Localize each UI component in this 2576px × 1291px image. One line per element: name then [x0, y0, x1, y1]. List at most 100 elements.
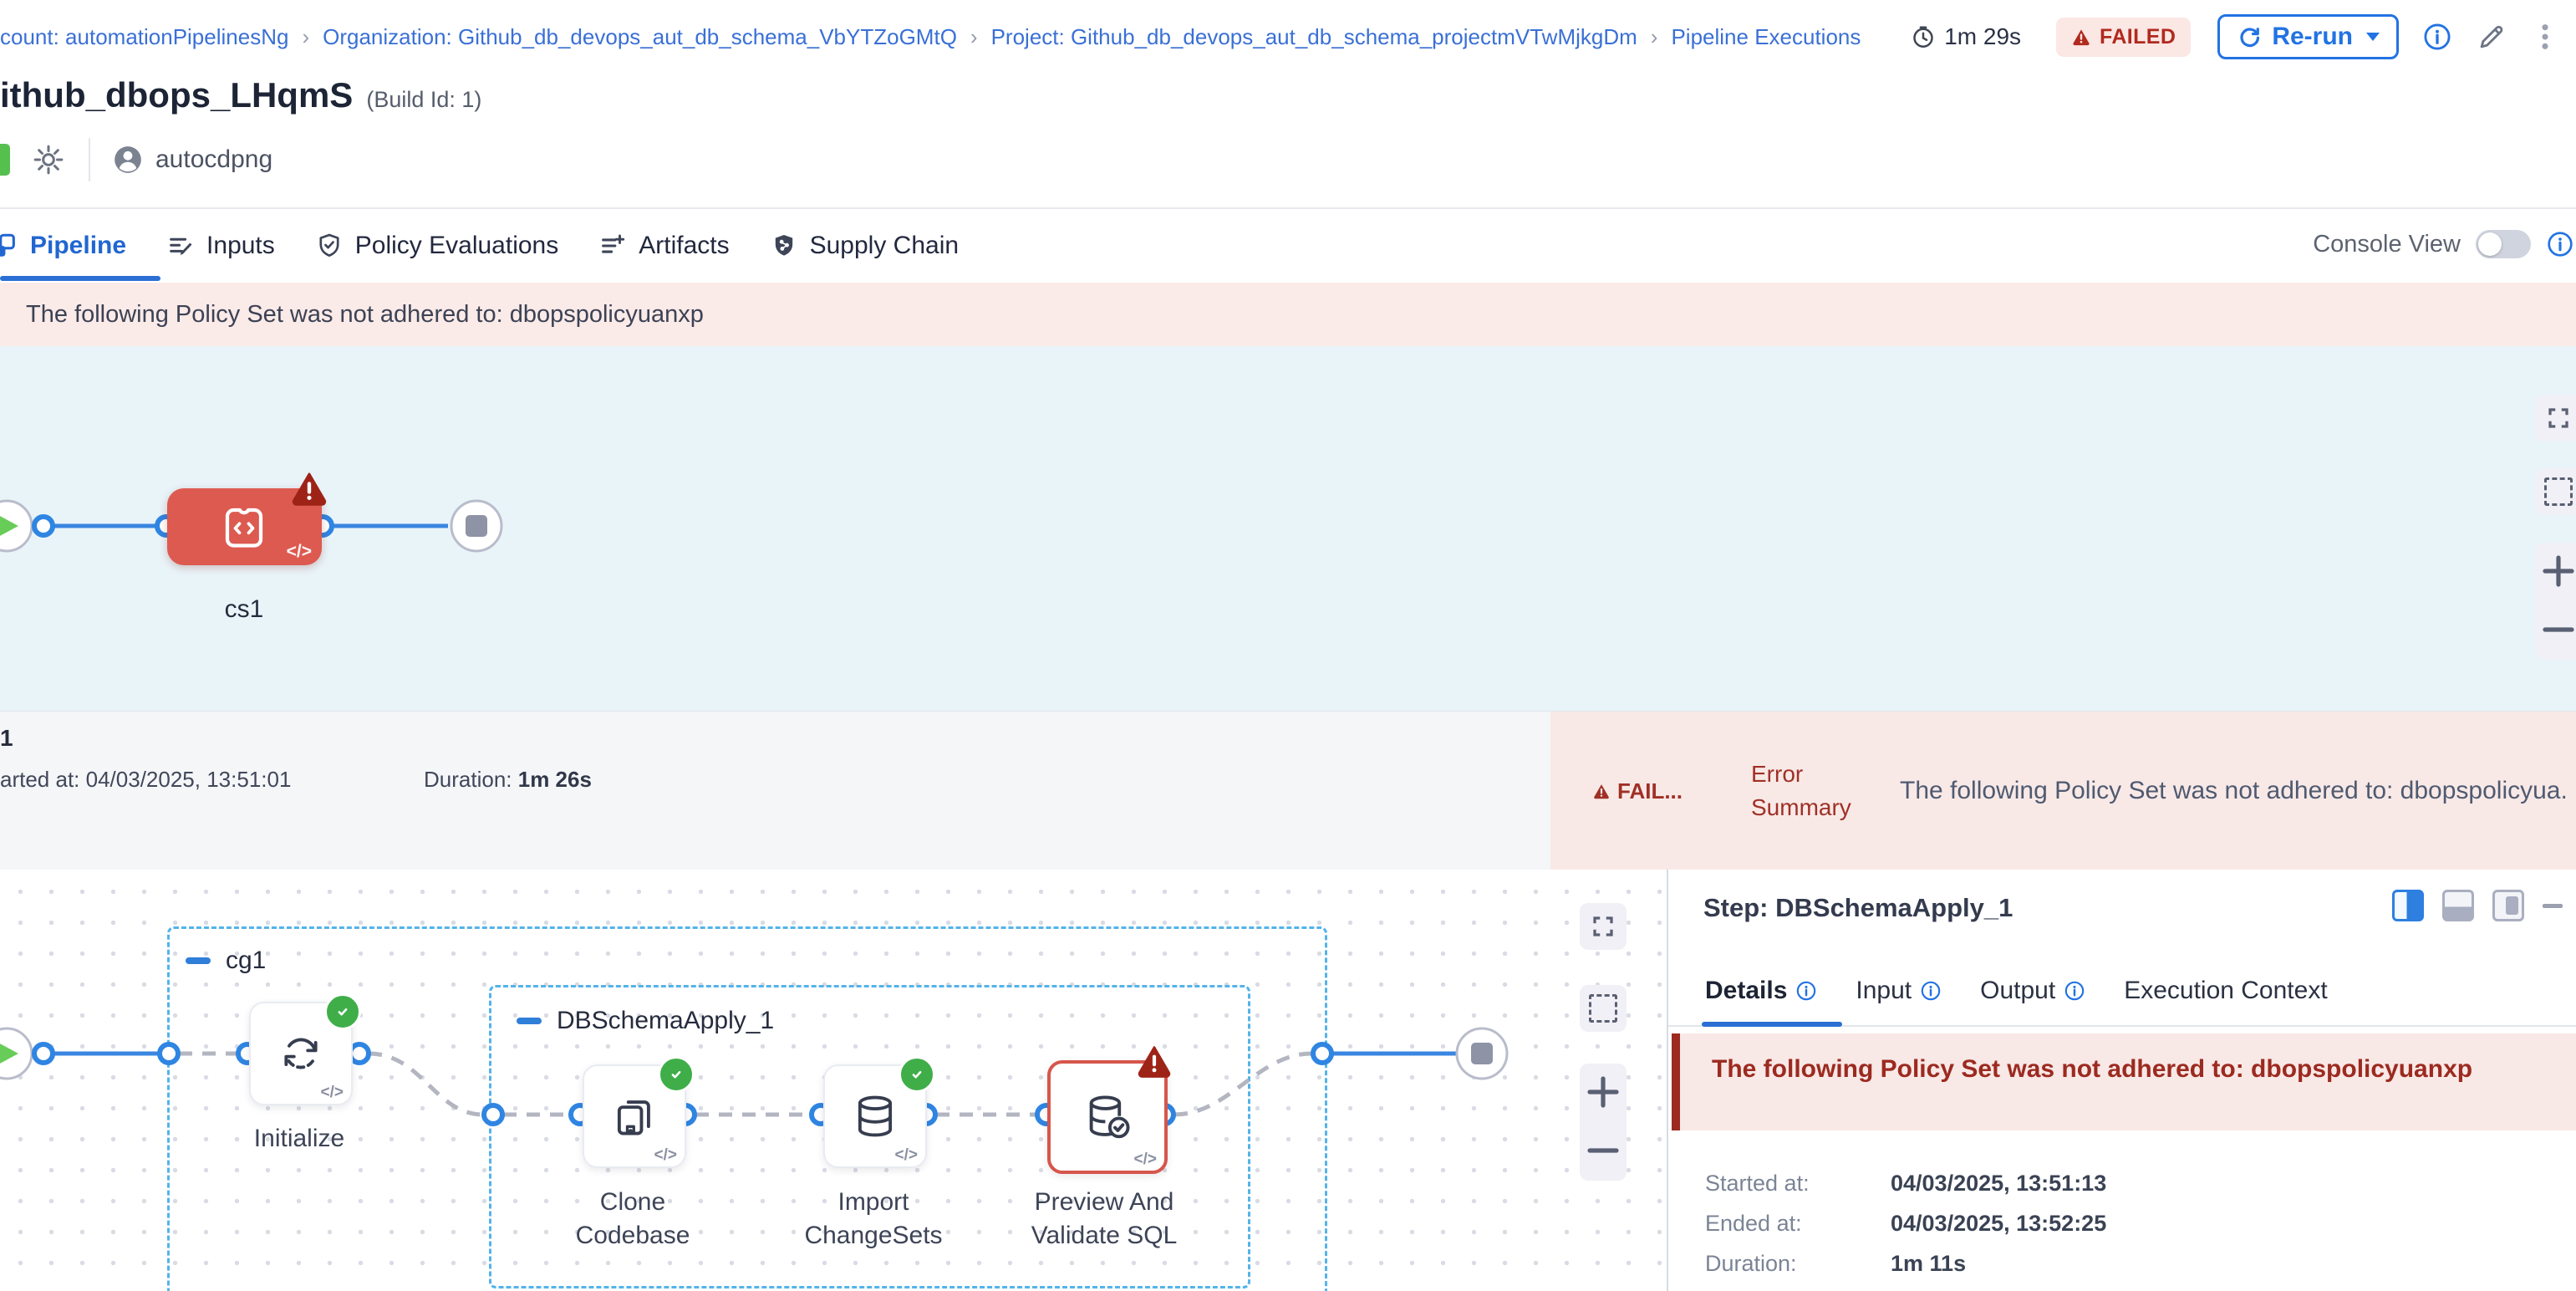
fullscreen-button[interactable]: [1580, 903, 1627, 950]
tab-label: Input: [1856, 977, 1912, 1005]
panel-tab-output[interactable]: Output: [1980, 977, 2085, 1005]
collapse-icon[interactable]: [517, 1018, 542, 1024]
fullscreen-icon: [1591, 914, 1616, 939]
fail-badge-text: FAIL...: [1617, 778, 1683, 804]
fullscreen-icon: [2546, 406, 2571, 431]
step-panel-title: Step: DBSchemaApply_1: [1703, 893, 2013, 923]
step-node-preview-validate-sql[interactable]: </>: [1047, 1060, 1168, 1174]
console-view-control: Console View: [2313, 207, 2553, 281]
initialize-refresh-icon: [277, 1029, 325, 1078]
build-id: (Build Id: 1): [366, 87, 481, 113]
zoom-out-button[interactable]: [2535, 601, 2576, 660]
user-avatar-icon: [112, 144, 144, 176]
tab-inputs[interactable]: Inputs: [166, 232, 275, 260]
tab-artifacts[interactable]: Artifacts: [598, 232, 729, 260]
custom-stage-icon: [219, 502, 269, 552]
panel-tab-input[interactable]: Input: [1856, 977, 1942, 1005]
collapse-icon[interactable]: [186, 957, 211, 964]
error-summary-message: The following Policy Set was not adhered…: [1900, 777, 2568, 805]
step-error-message: The following Policy Set was not adhered…: [1712, 1055, 2546, 1084]
fail-chip: FAIL...: [1592, 778, 1683, 804]
banner-message: The following Policy Set was not adhered…: [26, 301, 704, 329]
stage-duration: Duration: 1m 26s: [424, 767, 592, 793]
zoom-controls: [2535, 543, 2576, 660]
info-icon: [1795, 980, 1817, 1002]
group-label-cg1[interactable]: cg1: [186, 947, 266, 975]
stage-graph-canvas[interactable]: </> cs1: [0, 346, 2576, 711]
tab-supply-chain[interactable]: Supply Chain: [770, 232, 959, 260]
gear-icon[interactable]: [32, 143, 65, 176]
zoom-in-button[interactable]: [2535, 543, 2576, 601]
fullscreen-button[interactable]: [2535, 395, 2576, 441]
execution-graph-canvas[interactable]: cg1 DBSchemaApply_1 </> Initialize: [0, 870, 1667, 1291]
stage-name: 1: [0, 725, 13, 752]
divider: [89, 138, 90, 181]
failed-warning-badge: [290, 470, 328, 507]
success-check-badge: [899, 1056, 935, 1093]
stage-graph-edges: [0, 346, 2576, 711]
marquee-select-button[interactable]: [1580, 985, 1627, 1032]
info-icon[interactable]: [2546, 230, 2574, 258]
marquee-select-button[interactable]: [2535, 468, 2576, 515]
panel-active-tab-underline: [1702, 1022, 1842, 1027]
tab-pipeline[interactable]: Pipeline: [0, 232, 126, 260]
panel-minimize-button[interactable]: [2543, 904, 2563, 908]
zoom-out-button[interactable]: [1580, 1122, 1627, 1181]
code-glyph: </>: [654, 1146, 677, 1165]
group-label-dbschemaapply[interactable]: DBSchemaApply_1: [517, 1007, 774, 1035]
stage-summary-bar: 1 arted at: 04/03/2025, 13:51:01 Duratio…: [0, 711, 2576, 870]
stage-node-cs1[interactable]: </>: [167, 488, 322, 565]
inputs-icon: [166, 232, 195, 260]
status-badge: FAILED: [2056, 18, 2191, 57]
code-glyph: </>: [321, 1084, 344, 1102]
zoom-controls: [1580, 1064, 1627, 1181]
step-node-import-changesets[interactable]: </>: [823, 1064, 927, 1168]
info-icon[interactable]: [2422, 22, 2452, 52]
stage-node-label: cs1: [177, 595, 311, 624]
layout-floating-button[interactable]: [2492, 890, 2524, 921]
edit-pencil-icon[interactable]: [2476, 21, 2507, 53]
panel-tabs: Details Input Output: [1705, 977, 2328, 1005]
panel-tab-details[interactable]: Details: [1705, 977, 1817, 1005]
duration-label: Duration:: [424, 767, 512, 793]
policy-warning-banner: The following Policy Set was not adhered…: [0, 283, 2576, 346]
kebab-menu-icon[interactable]: [2531, 20, 2559, 54]
artifacts-list-icon: [598, 232, 627, 260]
started-at-label: Started at:: [1705, 1171, 1891, 1197]
step-details-panel: Step: DBSchemaApply_1 Details Input: [1667, 870, 2576, 1291]
stage-error-summary: FAIL... Error Summary The following Poli…: [1550, 712, 2576, 870]
layout-bottom-button[interactable]: [2442, 890, 2474, 921]
breadcrumb-project[interactable]: Project: Github_db_devops_aut_db_schema_…: [991, 24, 1637, 50]
detail-row-ended: Ended at: 04/03/2025, 13:52:25: [1705, 1211, 2106, 1237]
refresh-icon: [2237, 24, 2262, 49]
breadcrumb-account[interactable]: count: automationPipelinesNg: [0, 24, 288, 50]
rerun-button[interactable]: Re-run: [2217, 14, 2399, 59]
started-value: 04/03/2025, 13:51:01: [86, 767, 292, 793]
triggered-by-user: autocdpng: [155, 145, 272, 174]
duration-text: 1m 29s: [1944, 23, 2021, 50]
layout-split-right-button[interactable]: [2392, 890, 2424, 921]
breadcrumb-pipeline-executions[interactable]: Pipeline Executions: [1671, 24, 1861, 50]
ended-at-label: Ended at:: [1705, 1211, 1891, 1237]
tab-label: Output: [1980, 977, 2055, 1005]
tab-label: Details: [1705, 977, 1787, 1005]
console-view-toggle[interactable]: [2476, 230, 2531, 258]
success-check-badge: [658, 1056, 695, 1093]
duration-value: 1m 26s: [518, 767, 592, 793]
supply-chain-shield-icon: [770, 232, 798, 260]
top-bar-actions: 1m 29s FAILED Re-run: [1911, 0, 2559, 74]
info-icon: [1920, 980, 1942, 1002]
breadcrumb-organization[interactable]: Organization: Github_db_devops_aut_db_sc…: [323, 24, 957, 50]
zoom-in-button[interactable]: [1580, 1064, 1627, 1122]
shield-check-icon: [315, 232, 344, 260]
panel-tab-execution-context[interactable]: Execution Context: [2124, 977, 2327, 1005]
tab-label: Inputs: [206, 232, 275, 260]
warning-icon: [2071, 27, 2091, 47]
rerun-label: Re-run: [2272, 23, 2353, 51]
console-view-label: Console View: [2313, 231, 2461, 258]
tab-policy-evaluations[interactable]: Policy Evaluations: [315, 232, 558, 260]
step-node-clone-codebase[interactable]: </>: [583, 1064, 686, 1168]
group-name: DBSchemaApply_1: [557, 1007, 774, 1035]
meta-row: autocdpng: [0, 134, 1003, 186]
step-node-initialize[interactable]: </>: [249, 1002, 353, 1105]
